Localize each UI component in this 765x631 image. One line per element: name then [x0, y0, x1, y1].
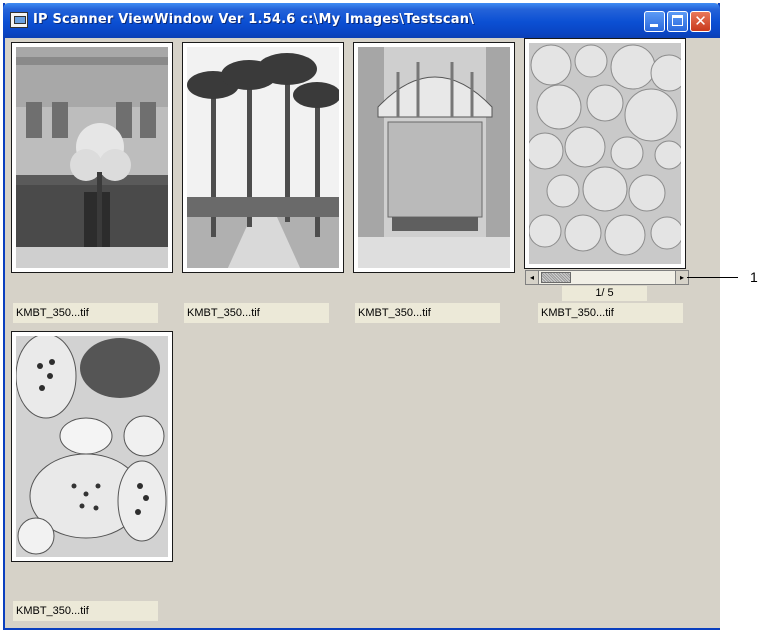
page-indicator: 1/ 5 — [562, 286, 647, 301]
thumbnail-2-caption[interactable]: KMBT_350...tif — [184, 303, 329, 323]
window-title: IP Scanner ViewWindow Ver 1.54.6 c:\My I… — [33, 12, 475, 27]
minimize-icon — [650, 24, 658, 27]
maximize-icon — [672, 15, 683, 26]
thumbnail-5[interactable] — [11, 331, 173, 562]
thumbnail-2[interactable] — [182, 42, 344, 273]
title-bar[interactable]: IP Scanner ViewWindow Ver 1.54.6 c:\My I… — [3, 3, 720, 38]
sliced-fruits-image — [16, 336, 168, 557]
minimize-button[interactable] — [644, 11, 665, 32]
palm-trees-image — [187, 47, 339, 268]
thumbnail-5-caption[interactable]: KMBT_350...tif — [13, 601, 158, 621]
thumbnail-1[interactable] — [11, 42, 173, 273]
callout-leader-line — [687, 277, 738, 278]
maximize-button[interactable] — [667, 11, 688, 32]
app-window: IP Scanner ViewWindow Ver 1.54.6 c:\My I… — [3, 3, 720, 630]
close-button[interactable]: ✕ — [690, 11, 711, 32]
page-scrollbar[interactable]: ◂ ▸ — [525, 270, 689, 285]
thumbnail-view: KMBT_350...tif KMBT_350...tif KMBT_350..… — [7, 38, 720, 628]
awning-entrance-image — [358, 47, 510, 268]
thumbnail-4-caption[interactable]: KMBT_350...tif — [538, 303, 683, 323]
thumbnail-1-caption[interactable]: KMBT_350...tif — [13, 303, 158, 323]
fruit-image — [529, 43, 681, 264]
storefront-image — [16, 47, 168, 268]
close-icon: ✕ — [694, 12, 707, 30]
page-scroll-thumb[interactable] — [541, 272, 571, 283]
thumbnail-4[interactable] — [524, 38, 686, 269]
page-prev-arrow[interactable]: ◂ — [526, 271, 539, 284]
thumbnail-3-caption[interactable]: KMBT_350...tif — [355, 303, 500, 323]
scanner-app-icon[interactable] — [10, 12, 28, 28]
thumbnail-3[interactable] — [353, 42, 515, 273]
callout-number: 1 — [750, 269, 758, 285]
